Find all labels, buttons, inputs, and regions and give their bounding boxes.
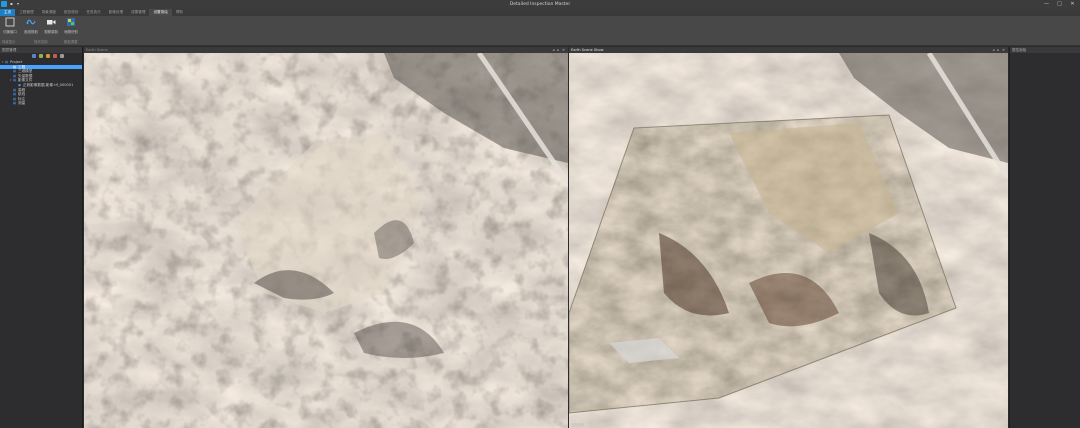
group-label-control: 操作控制 <box>34 40 48 44</box>
import-icon[interactable] <box>39 54 43 58</box>
tree-item-label: 三维模型 <box>18 69 33 74</box>
settings-icon[interactable] <box>60 54 64 58</box>
ribbon-group-labels: 场景显示 操作控制 模型调整 <box>0 38 100 45</box>
right-scene-view: Earth Scene Show ◂ ▸ ✕ 底图切换 <box>569 47 1008 428</box>
window-title: Detailed Inspection Master <box>509 2 571 7</box>
route-planning-label: 航线规划 <box>24 30 38 34</box>
properties-panel-title: 属性面板 <box>1012 48 1027 52</box>
left-view-title: Earth Scene <box>86 48 108 52</box>
properties-panel: 属性面板 <box>1009 47 1080 428</box>
left-scene-view: Earth Scene ◂ ▸ ✕ <box>84 47 568 428</box>
tab-help[interactable]: 帮助 <box>172 9 187 16</box>
video-record-label: 视频录制 <box>44 30 58 34</box>
minimize-button[interactable]: — <box>1043 1 1050 8</box>
title-bar: ▪ ▾ Detailed Inspection Master — □ ✕ <box>0 0 1080 9</box>
tree-item-label: 正射影像数据-影像.tif_000001 <box>23 82 74 87</box>
tree-item-label: 工程 <box>18 64 26 69</box>
ribbon: 切换窗口 航线规划 视频录制 地物识别 场景显示 操作控制 模型调整 <box>0 16 1080 46</box>
video-record-button[interactable]: 视频录制 <box>42 17 60 37</box>
layer-panel-header: 图层管理 <box>0 47 82 53</box>
delete-icon[interactable] <box>53 54 57 58</box>
window-icon <box>5 17 15 27</box>
terrain-imagery <box>84 53 568 428</box>
tab-results[interactable]: 成果管理 <box>127 9 149 16</box>
layer-panel: 图层管理 ▾▤ Project ▤ 工程 ▤ 三维模型 ▤ 矢量数据 ▾▤ 影像文件 ▣ 正… <box>0 47 83 428</box>
layers-icon <box>67 18 75 26</box>
ribbon-tab-bar: 主页 工程管理 场景调度 航拍规划 任务执行 影像处理 成果管理 设置测绘 帮助 <box>0 9 1080 16</box>
tree-item-label: Project <box>10 60 23 64</box>
tab-scene[interactable]: 场景调度 <box>38 9 60 16</box>
tab-survey-settings[interactable]: 设置测绘 <box>149 9 172 16</box>
tab-flight-planning[interactable]: 航拍规划 <box>60 9 82 16</box>
route-planning-button[interactable]: 航线规划 <box>22 17 40 37</box>
tree-item-measure[interactable]: ▤ 测量 <box>0 101 82 106</box>
tree-item-label: 影像文件 <box>18 78 33 83</box>
feature-recognition-button[interactable]: 地物识别 <box>62 17 80 37</box>
tree-item-label: 测量 <box>18 101 26 106</box>
left-terrain-map[interactable] <box>84 53 568 428</box>
layer-tree: ▾▤ Project ▤ 工程 ▤ 三维模型 ▤ 矢量数据 ▾▤ 影像文件 ▣ 正射影像数据… <box>0 59 82 106</box>
group-label-model: 模型调整 <box>64 40 78 44</box>
layer-panel-title: 图层管理 <box>2 48 17 52</box>
route-icon <box>26 19 36 25</box>
add-layer-icon[interactable] <box>32 54 36 58</box>
tab-home[interactable]: 主页 <box>0 9 16 16</box>
video-camera-icon <box>47 20 56 25</box>
maximize-button[interactable]: □ <box>1056 1 1063 8</box>
basemap-status[interactable]: 底图切换 <box>571 422 585 427</box>
properties-panel-header: 属性面板 <box>1010 47 1080 53</box>
tab-image-processing[interactable]: 影像处理 <box>105 9 127 16</box>
folder-icon[interactable] <box>46 54 50 58</box>
tab-project[interactable]: 工程管理 <box>15 9 37 16</box>
switch-window-button[interactable]: 切换窗口 <box>1 17 19 37</box>
group-label-display: 场景显示 <box>2 40 16 44</box>
feature-recognition-label: 地物识别 <box>64 30 78 34</box>
terrain-imagery-with-overlay <box>569 53 1008 428</box>
right-terrain-map[interactable]: 底图切换 <box>569 53 1008 428</box>
tab-task-execution[interactable]: 任务执行 <box>82 9 104 16</box>
right-view-title: Earth Scene Show <box>571 48 604 52</box>
switch-window-label: 切换窗口 <box>3 30 17 34</box>
tree-item-label: 高程 <box>18 87 26 92</box>
tree-item-label: 航线 <box>18 92 26 97</box>
close-button[interactable]: ✕ <box>1069 1 1076 8</box>
